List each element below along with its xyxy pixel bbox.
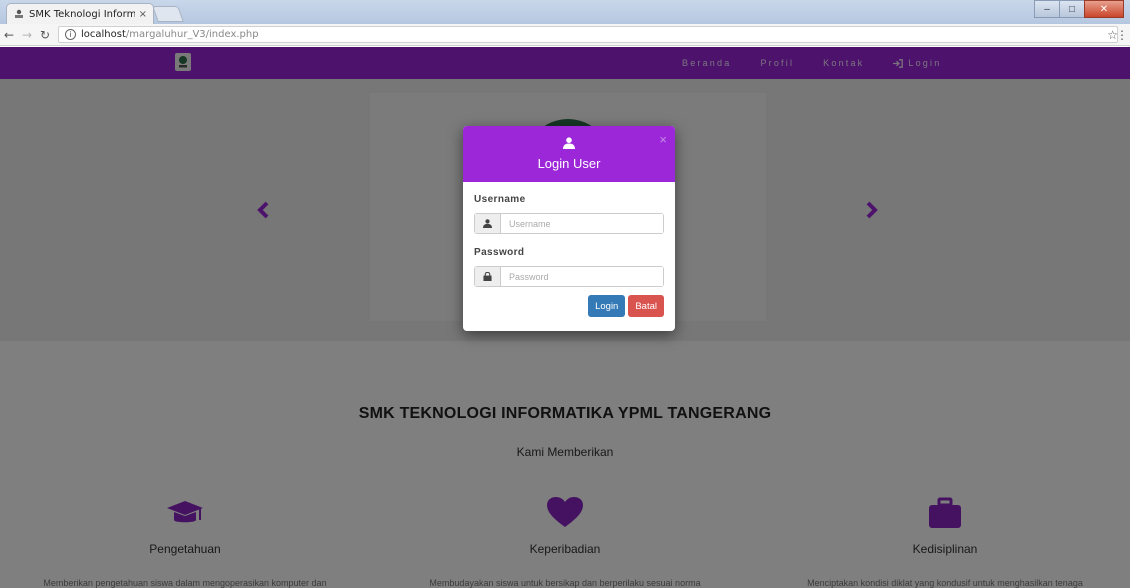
url-host: localhost — [81, 29, 126, 40]
username-input[interactable] — [501, 214, 663, 233]
lock-addon — [475, 267, 501, 286]
back-arrow-icon[interactable]: ← — [0, 28, 18, 42]
modal-header: Login User × — [463, 126, 675, 182]
modal-actions: Login Batal — [474, 295, 664, 317]
url-path: /margaluhur_V3/index.php — [125, 29, 259, 40]
browser-tab[interactable]: SMK Teknologi Informati × — [6, 3, 154, 24]
password-label: Password — [474, 247, 525, 258]
browser-tabbar: SMK Teknologi Informati × – □ ✕ — [0, 0, 1130, 24]
site-favicon-icon — [13, 9, 24, 20]
minimize-icon[interactable]: – — [1034, 0, 1060, 18]
modal-title: Login User — [537, 156, 601, 171]
username-input-group — [474, 213, 664, 234]
user-icon — [563, 137, 575, 149]
forward-arrow-icon[interactable]: → — [18, 28, 36, 42]
menu-kebab-icon[interactable]: ⋮ — [1116, 28, 1128, 42]
password-input[interactable] — [501, 267, 663, 286]
window-controls: – □ ✕ — [1034, 0, 1124, 18]
window-close-icon[interactable]: ✕ — [1084, 0, 1124, 18]
password-input-group — [474, 266, 664, 287]
reload-icon[interactable]: ↻ — [36, 28, 54, 42]
cancel-button[interactable]: Batal — [628, 295, 664, 317]
user-addon — [475, 214, 501, 233]
info-icon[interactable]: i — [65, 29, 76, 40]
login-modal: Login User × Username Password Login Bat… — [463, 126, 675, 331]
tab-close-icon[interactable]: × — [139, 9, 147, 20]
modal-close-icon[interactable]: × — [659, 132, 667, 147]
new-tab-button[interactable] — [152, 6, 184, 22]
user-icon — [483, 219, 492, 228]
lock-icon — [483, 272, 492, 281]
login-button[interactable]: Login — [588, 295, 626, 317]
username-label: Username — [474, 194, 526, 205]
url-field[interactable]: i localhost/margaluhur_V3/index.php — [58, 26, 1118, 43]
modal-body: Username Password Login Batal — [463, 182, 675, 317]
tab-title: SMK Teknologi Informati — [29, 8, 135, 20]
maximize-icon[interactable]: □ — [1059, 0, 1085, 18]
address-bar: ← → ↻ i localhost/margaluhur_V3/index.ph… — [0, 24, 1130, 46]
